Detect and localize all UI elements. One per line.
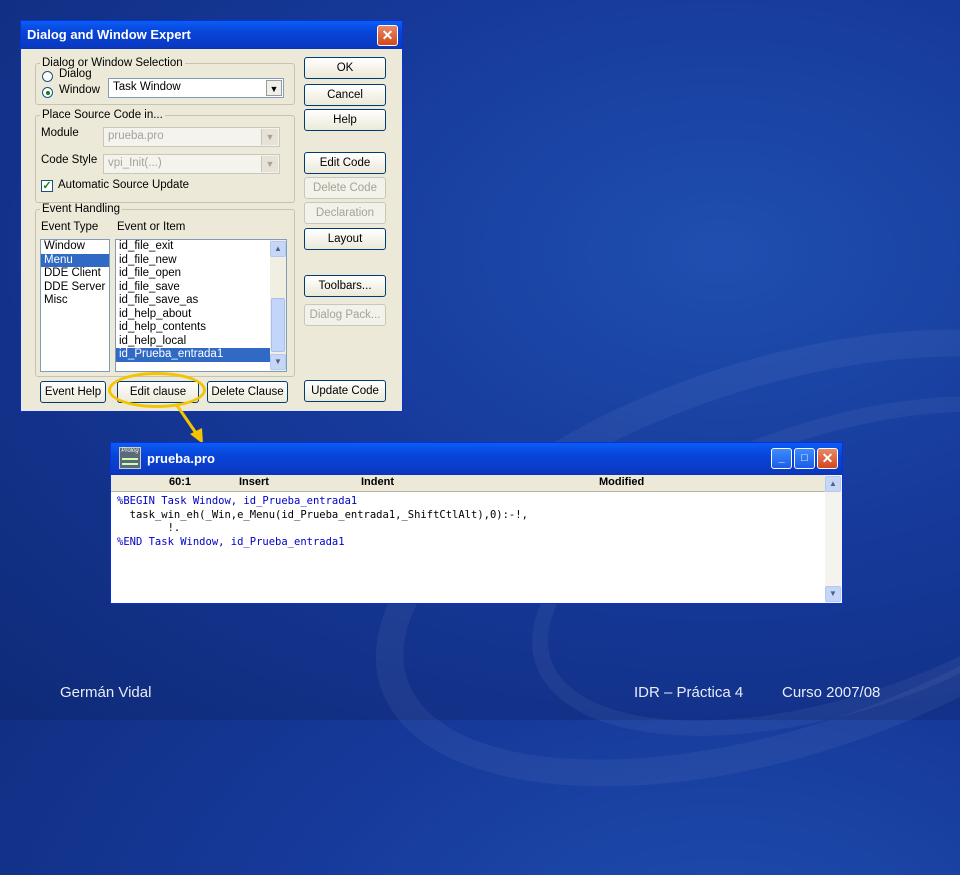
chevron-up-icon[interactable]: ▲ <box>825 476 841 492</box>
module-select[interactable]: prueba.pro ▼ <box>103 127 280 147</box>
list-item[interactable]: id_file_save <box>116 281 286 295</box>
radio-window[interactable] <box>42 87 53 98</box>
layout-button[interactable]: Layout <box>304 228 386 250</box>
radio-dialog-label: Dialog <box>59 68 92 80</box>
status-mode: Insert <box>239 476 269 488</box>
list-item[interactable]: id_Prueba_entrada1 <box>116 348 270 362</box>
list-item[interactable]: id_help_about <box>116 308 286 322</box>
code-style-select[interactable]: vpi_Init(...) ▼ <box>103 154 280 174</box>
radio-window-label: Window <box>59 84 100 96</box>
list-item[interactable]: id_help_contents <box>116 321 286 335</box>
code-editor[interactable]: %BEGIN Task Window, id_Prueba_entrada1 t… <box>117 495 528 549</box>
window-select[interactable]: Task Window ▼ <box>108 78 284 98</box>
footer-year: Curso 2007/08 <box>782 684 881 701</box>
event-help-button[interactable]: Event Help <box>40 381 106 403</box>
maximize-icon[interactable]: □ <box>794 448 815 469</box>
list-item[interactable]: Menu <box>41 253 109 267</box>
editor-status-bar: 60:1 Insert Indent Modified <box>111 475 842 492</box>
scroll-thumb[interactable] <box>271 298 285 352</box>
auto-update-checkbox[interactable]: ✓ <box>41 180 53 192</box>
toolbars-button[interactable]: Toolbars... <box>304 275 386 297</box>
chevron-down-icon[interactable]: ▼ <box>266 80 282 96</box>
editor-title: prueba.pro <box>147 451 215 466</box>
code-style-select-value: vpi_Init(...) <box>108 157 162 169</box>
list-item[interactable]: DDE Client <box>41 267 109 281</box>
dialog-title: Dialog and Window Expert <box>27 27 191 42</box>
event-list-scrollbar[interactable]: ▲ ▼ <box>270 240 286 371</box>
declaration-button[interactable]: Declaration <box>304 202 386 224</box>
minimize-icon[interactable]: _ <box>771 448 792 469</box>
window-select-value: Task Window <box>113 81 181 93</box>
list-item[interactable]: DDE Server <box>41 281 109 295</box>
chevron-down-icon[interactable]: ▼ <box>270 354 286 370</box>
auto-update-label: Automatic Source Update <box>58 179 190 191</box>
editor-window: Prolog prueba.pro _ □ ✕ 60:1 Insert Inde… <box>110 442 843 604</box>
prolog-app-icon: Prolog <box>119 447 141 469</box>
event-item-list[interactable]: id_file_exit id_file_new id_file_open id… <box>115 239 287 372</box>
annotation-arrow <box>174 403 203 444</box>
close-icon[interactable]: ✕ <box>817 448 838 469</box>
dialog-titlebar[interactable]: Dialog and Window Expert ✕ <box>21 21 402 49</box>
status-indent: Indent <box>361 476 394 488</box>
list-item[interactable]: id_help_local <box>116 335 286 349</box>
chevron-up-icon[interactable]: ▲ <box>270 241 286 257</box>
list-item[interactable]: id_file_save_as <box>116 294 286 308</box>
list-item[interactable]: id_file_new <box>116 254 286 268</box>
help-button[interactable]: Help <box>304 109 386 131</box>
status-position: 60:1 <box>169 476 192 488</box>
cancel-button[interactable]: Cancel <box>304 84 386 106</box>
event-type-list[interactable]: Window Menu DDE Client DDE Server Misc <box>40 239 110 372</box>
footer-course-part: IDR – Práctica 4 <box>634 684 744 701</box>
close-icon[interactable]: ✕ <box>377 25 398 46</box>
delete-clause-button[interactable]: Delete Clause <box>207 381 288 403</box>
event-handling-group-label: Event Handling <box>42 203 120 215</box>
event-type-label: Event Type <box>41 221 99 233</box>
code-line: %END Task Window, id_Prueba_entrada1 <box>117 535 345 548</box>
edit-code-button[interactable]: Edit Code <box>304 152 386 174</box>
app-icon-text: Prolog <box>121 448 139 454</box>
status-state: Modified <box>599 476 645 488</box>
list-item[interactable]: id_file_open <box>116 267 286 281</box>
list-item[interactable]: Misc <box>41 294 109 308</box>
editor-titlebar[interactable]: Prolog prueba.pro _ □ ✕ <box>111 443 842 475</box>
dialog-window-expert: Dialog and Window Expert ✕ Dialog or Win… <box>20 20 403 412</box>
code-line: !. <box>117 522 181 534</box>
editor-scrollbar[interactable]: ▲ ▼ <box>825 475 842 603</box>
chevron-down-icon[interactable]: ▼ <box>261 129 278 145</box>
event-item-label: Event or Item <box>117 221 186 233</box>
code-line: %BEGIN Task Window, id_Prueba_entrada1 <box>117 495 358 507</box>
list-item[interactable]: Window <box>41 240 109 254</box>
ok-button[interactable]: OK <box>304 57 386 79</box>
list-item[interactable]: id_file_exit <box>116 240 286 254</box>
place-source-group-label: Place Source Code in... <box>42 109 163 121</box>
delete-code-button[interactable]: Delete Code <box>304 177 386 199</box>
code-line: task_win_eh(_Win,e_Menu(id_Prueba_entrad… <box>117 508 528 521</box>
footer-author: Germán Vidal <box>60 684 152 701</box>
radio-dialog[interactable] <box>42 71 53 82</box>
dialog-pack-button[interactable]: Dialog Pack... <box>304 304 386 326</box>
update-code-button[interactable]: Update Code <box>304 380 386 402</box>
chevron-down-icon[interactable]: ▼ <box>825 586 841 602</box>
module-select-value: prueba.pro <box>108 130 164 142</box>
code-style-label: Code Style <box>41 154 98 166</box>
chevron-down-icon[interactable]: ▼ <box>261 156 278 172</box>
module-label: Module <box>41 127 79 139</box>
